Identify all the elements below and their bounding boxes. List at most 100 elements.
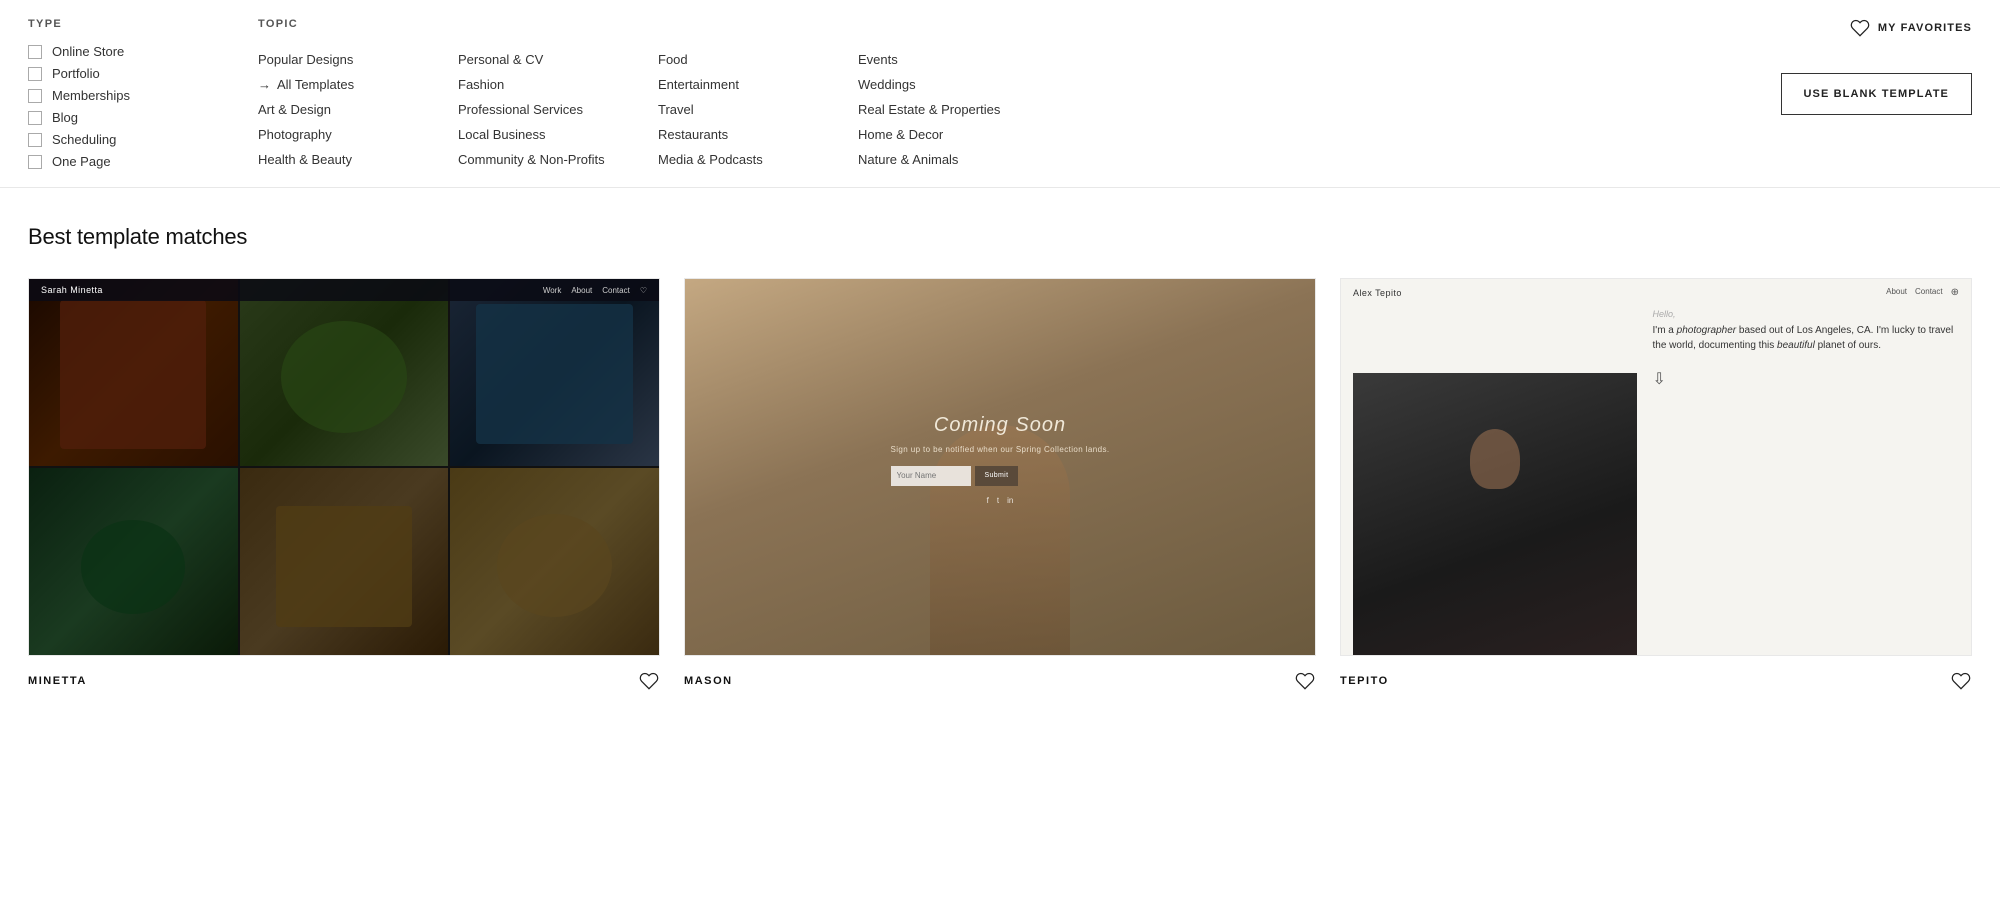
checkbox-memberships[interactable] (28, 89, 42, 103)
blank-template-label: USE BLANK TEMPLATE (1804, 88, 1949, 100)
mason-preview-bg: Coming Soon Sign up to be notified when … (685, 279, 1315, 655)
main-content: Best template matches Sarah Minetta Work… (0, 188, 2000, 728)
mason-submit-label: Submit (985, 472, 1009, 479)
type-filter-scheduling[interactable]: Scheduling (28, 132, 228, 147)
topic-filter-section: TOPIC Popular Designs All Templates Art & … (258, 18, 1972, 169)
topic-item-3-2[interactable]: Real Estate & Properties (858, 100, 1048, 119)
topic-col-1: Personal & CV Fashion Professional Service… (458, 44, 658, 169)
minetta-favorite-button[interactable] (638, 670, 660, 692)
topic-item-1-2[interactable]: Professional Services (458, 100, 648, 119)
tepito-favorite-button[interactable] (1950, 670, 1972, 692)
tepito-template-name: TEPITO (1340, 675, 1389, 687)
template-card-minetta: Sarah Minetta Work About Contact ♡ (28, 278, 660, 692)
food-cell-3 (450, 279, 659, 466)
topic-item-2-0[interactable]: Food (658, 50, 848, 69)
tepito-right-panel: Hello, I'm a photographer based out of L… (1637, 279, 1972, 655)
topic-col-3: Events Weddings Real Estate & Properties Ho… (858, 44, 1058, 169)
food-cell-2 (240, 279, 449, 466)
tepito-nav-links: About Contact ⊕ (1886, 287, 1959, 298)
favorites-label: MY FAVORITES (1878, 22, 1972, 34)
minetta-nav: Sarah Minetta Work About Contact ♡ (29, 279, 659, 301)
template-preview-minetta[interactable]: Sarah Minetta Work About Contact ♡ (28, 278, 660, 656)
mason-submit-button[interactable]: Submit (975, 466, 1019, 486)
topic-item-2-4[interactable]: Media & Podcasts (658, 150, 848, 169)
food-cell-4 (29, 468, 238, 655)
checkbox-scheduling[interactable] (28, 133, 42, 147)
label-portfolio: Portfolio (52, 66, 100, 81)
type-filter-blog[interactable]: Blog (28, 110, 228, 125)
template-preview-tepito[interactable]: Alex Tepito About Contact ⊕ (1340, 278, 1972, 656)
template-card-tepito: Alex Tepito About Contact ⊕ (1340, 278, 1972, 692)
topic-item-3-4[interactable]: Nature & Animals (858, 150, 1048, 169)
food-cell-5 (240, 468, 449, 655)
topic-item-1-0[interactable]: Personal & CV (458, 50, 648, 69)
topic-item-1-1[interactable]: Fashion (458, 75, 648, 94)
topic-item-0-1[interactable]: All Templates (258, 75, 448, 94)
topic-item-0-0[interactable]: Popular Designs (258, 50, 448, 69)
topic-item-2-2[interactable]: Travel (658, 100, 848, 119)
checkbox-one-page[interactable] (28, 155, 42, 169)
minetta-logo: Sarah Minetta (41, 285, 103, 295)
topic-item-0-4[interactable]: Health & Beauty (258, 150, 448, 169)
checkbox-blog[interactable] (28, 111, 42, 125)
checkbox-portfolio[interactable] (28, 67, 42, 81)
heart-icon-minetta (639, 671, 659, 691)
mason-subtitle: Sign up to be notified when our Spring C… (891, 445, 1110, 454)
minetta-template-name: MINETTA (28, 675, 87, 687)
tepito-social-icon: ⊕ (1951, 287, 1959, 298)
food-cell-6 (450, 468, 659, 655)
topic-col-2: Food Entertainment Travel Restaurants Media … (658, 44, 858, 169)
minetta-food-grid (29, 279, 659, 655)
template-card-mason: Coming Soon Sign up to be notified when … (684, 278, 1316, 692)
tepito-portrait (1353, 373, 1637, 655)
type-filter-list: Online Store Portfolio Memberships Blog Sche… (28, 44, 228, 169)
topic-item-2-3[interactable]: Restaurants (658, 125, 848, 144)
tepito-down-arrow-icon: ⇩ (1653, 369, 1956, 389)
topic-item-3-0[interactable]: Events (858, 50, 1048, 69)
mason-favorite-button[interactable] (1294, 670, 1316, 692)
heart-icon-mason (1295, 671, 1315, 691)
type-filter-portfolio[interactable]: Portfolio (28, 66, 228, 81)
mason-instagram-icon: in (1007, 496, 1013, 505)
mason-card-footer: MASON (684, 656, 1316, 692)
type-filter-one-page[interactable]: One Page (28, 154, 228, 169)
type-filter-online-store[interactable]: Online Store (28, 44, 228, 59)
checkbox-online-store[interactable] (28, 45, 42, 59)
topic-label: TOPIC (258, 18, 1058, 30)
filter-bar: TYPE Online StorePortfolioMembershipsBlo… (0, 0, 2000, 188)
template-preview-mason[interactable]: Coming Soon Sign up to be notified when … (684, 278, 1316, 656)
blank-template-button[interactable]: USE BLANK TEMPLATE (1781, 73, 1972, 115)
topic-item-1-3[interactable]: Local Business (458, 125, 648, 144)
tepito-nav: Alex Tepito About Contact ⊕ (1341, 279, 1971, 306)
topic-col-0: Popular Designs All Templates Art & Design… (258, 44, 458, 169)
tepito-logo: Alex Tepito (1353, 288, 1402, 298)
mason-social-icons: f t in (891, 496, 1110, 505)
mason-email-input[interactable] (891, 466, 971, 486)
label-online-store: Online Store (52, 44, 124, 59)
mason-template-name: MASON (684, 675, 733, 687)
label-memberships: Memberships (52, 88, 130, 103)
label-blog: Blog (52, 110, 78, 125)
minetta-card-footer: MINETTA (28, 656, 660, 692)
topic-item-1-4[interactable]: Community & Non-Profits (458, 150, 648, 169)
food-cell-1 (29, 279, 238, 466)
mason-overlay: Coming Soon Sign up to be notified when … (891, 414, 1110, 505)
topic-item-2-1[interactable]: Entertainment (658, 75, 848, 94)
topic-item-0-2[interactable]: Art & Design (258, 100, 448, 119)
topic-item-3-3[interactable]: Home & Decor (858, 125, 1048, 144)
tepito-preview-bg: Alex Tepito About Contact ⊕ (1341, 279, 1971, 655)
section-title: Best template matches (28, 224, 1972, 250)
heart-icon-tepito (1951, 671, 1971, 691)
tepito-card-footer: TEPITO (1340, 656, 1972, 692)
label-scheduling: Scheduling (52, 132, 116, 147)
template-grid: Sarah Minetta Work About Contact ♡ (28, 278, 1972, 692)
tepito-body-text: I'm a photographer based out of Los Ange… (1653, 323, 1956, 353)
favorites-button[interactable]: MY FAVORITES (1850, 18, 1972, 38)
mason-facebook-icon: f (987, 496, 989, 505)
topic-item-0-3[interactable]: Photography (258, 125, 448, 144)
label-one-page: One Page (52, 154, 111, 169)
type-filter-memberships[interactable]: Memberships (28, 88, 228, 103)
type-filter-section: TYPE Online StorePortfolioMembershipsBlo… (28, 18, 228, 169)
topic-item-3-1[interactable]: Weddings (858, 75, 1048, 94)
mason-input-row: Submit (891, 466, 1110, 486)
